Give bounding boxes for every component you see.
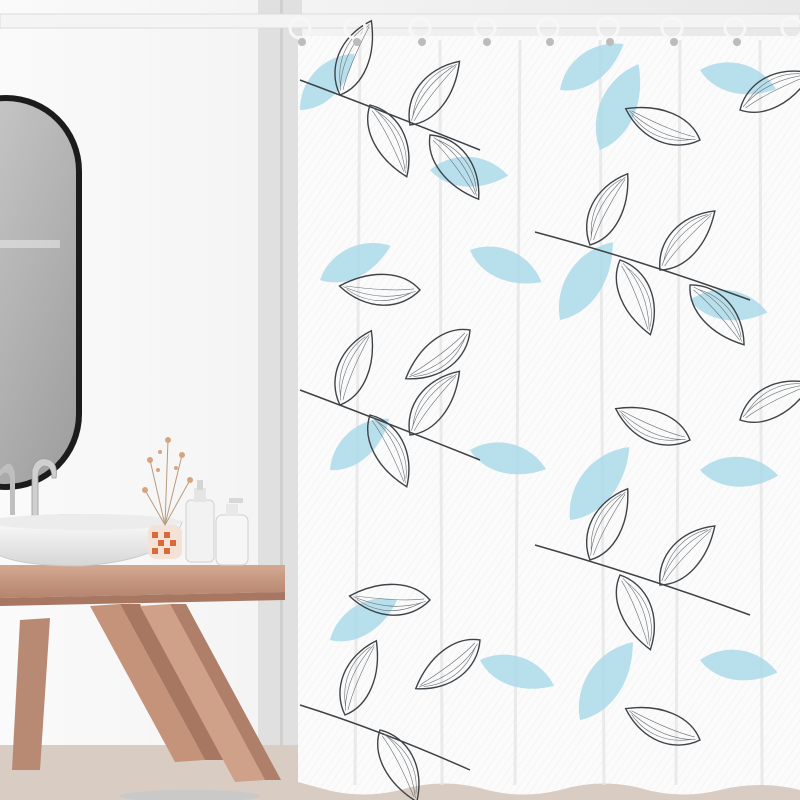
wall-panel-edge [280, 0, 283, 760]
shower-curtain [287, 13, 800, 800]
vase [148, 525, 182, 559]
bathroom-scene [0, 0, 800, 800]
mirror [0, 95, 82, 490]
